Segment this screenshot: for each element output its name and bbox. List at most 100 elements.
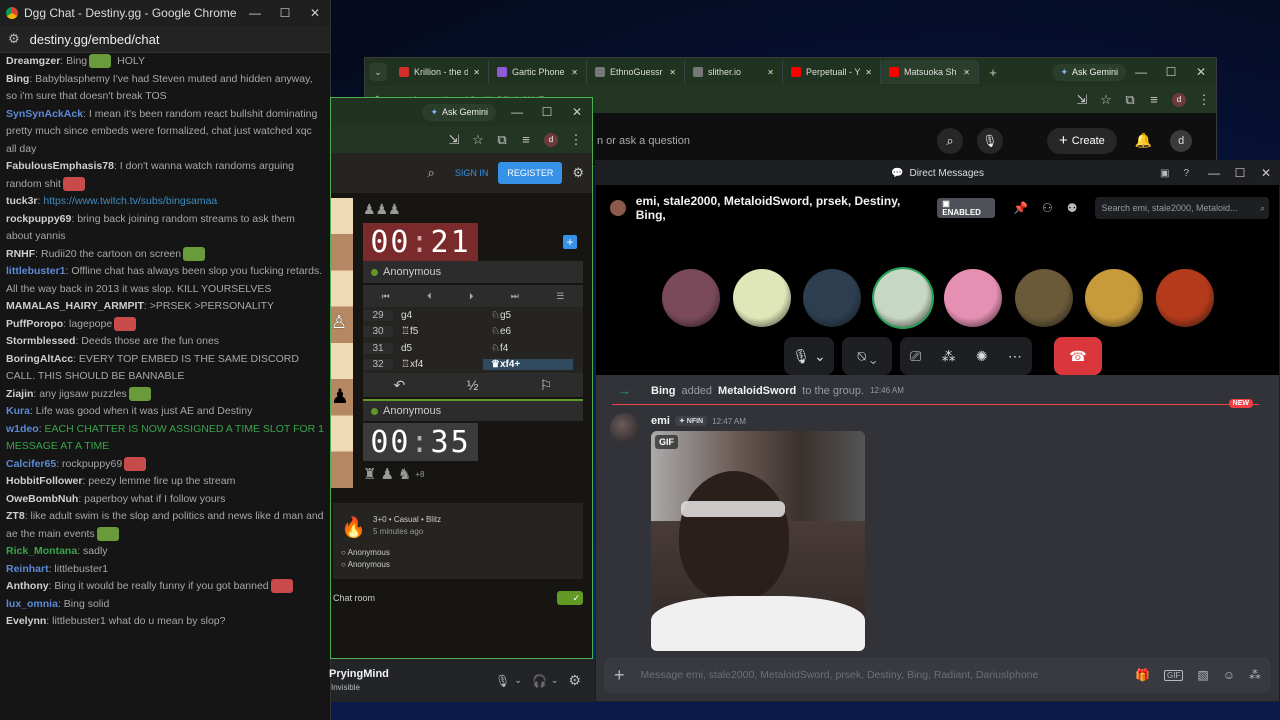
tab-close-icon[interactable]: ✕: [963, 68, 970, 77]
mute-button[interactable]: 🎙 ⌄: [784, 337, 834, 375]
maximize-button[interactable]: ☐: [1227, 161, 1253, 185]
chat-username[interactable]: RNHF: [6, 248, 35, 260]
extensions-icon[interactable]: ⧉: [1118, 88, 1142, 112]
message-avatar[interactable]: [610, 413, 640, 443]
microphone-icon[interactable]: 🎙: [495, 674, 510, 688]
close-button[interactable]: ✕: [1253, 161, 1279, 185]
chat-username[interactable]: PuffPoropo: [6, 318, 63, 330]
resign-flag-icon[interactable]: ⚐: [540, 377, 553, 394]
first-move-icon[interactable]: ⏮: [382, 291, 390, 302]
browser-tab[interactable]: EthnoGuessr ✕: [587, 60, 685, 84]
gif-attachment[interactable]: GIF: [651, 431, 865, 651]
media-icon[interactable]: ≡: [514, 128, 538, 152]
browser-tab[interactable]: Krillion - the d ✕: [391, 60, 489, 84]
minimize-button[interactable]: —: [1201, 161, 1227, 185]
tab-close-icon[interactable]: ✕: [669, 68, 676, 77]
yt-account-avatar[interactable]: d: [1170, 129, 1193, 152]
members-icon[interactable]: ⚉: [1067, 201, 1078, 215]
ask-gemini-button[interactable]: ✦ Ask Gemini: [1052, 63, 1126, 81]
maximize-button[interactable]: ☐: [532, 100, 562, 124]
chat-text[interactable]: https://www.twitch.tv/subs/bingsamaa: [40, 195, 217, 207]
apps-icon[interactable]: ⁂: [1249, 668, 1261, 682]
takeback-icon[interactable]: ↶: [394, 377, 406, 394]
menu-icon[interactable]: ☰: [556, 291, 564, 302]
chat-username[interactable]: lux_omnia: [6, 598, 58, 610]
new-tab-button[interactable]: +: [981, 60, 1005, 84]
white-move[interactable]: d5: [393, 343, 483, 354]
chat-username[interactable]: MAMALAS_HAIRY_ARMPIT: [6, 300, 144, 312]
prev-move-icon[interactable]: ⏴: [427, 291, 432, 302]
bookmark-star-icon[interactable]: ☆: [466, 128, 490, 152]
user-panel-name[interactable]: PryingMind: [329, 668, 389, 681]
chat-username[interactable]: ZT8: [6, 510, 25, 522]
chat-username[interactable]: w1deo: [6, 423, 39, 435]
gif-picker-icon[interactable]: GIF: [1164, 669, 1184, 681]
white-move[interactable]: g4: [393, 310, 483, 321]
dgg-urlbar[interactable]: ⚙ destiny.gg/embed/chat: [0, 26, 330, 53]
participant-avatar[interactable]: [803, 269, 861, 327]
chat-username[interactable]: FabulousEmphasis78: [6, 160, 114, 172]
chat-room-toggle[interactable]: ✓: [557, 591, 583, 605]
participant-avatar[interactable]: [1014, 269, 1073, 327]
headphones-icon[interactable]: 🎧: [532, 674, 547, 688]
black-pawn-piece[interactable]: ♟: [331, 384, 349, 409]
chat-username[interactable]: Dreamgzer: [6, 55, 60, 67]
participant-avatar[interactable]: [1155, 269, 1214, 327]
maximize-button[interactable]: ☐: [1156, 60, 1186, 84]
tab-close-icon[interactable]: ✕: [865, 68, 872, 77]
add-friends-icon[interactable]: ⚇: [1042, 201, 1053, 215]
bookmark-star-icon[interactable]: ☆: [1094, 88, 1118, 112]
offer-draw-button[interactable]: ½: [467, 377, 479, 393]
browser-tab[interactable]: Perpetuall - Y ✕: [783, 60, 881, 84]
more-icon[interactable]: ⋯: [1008, 348, 1022, 365]
media-icon[interactable]: ≡: [1142, 88, 1166, 112]
browser-tab[interactable]: Matsuoka Sh ✕: [881, 60, 979, 84]
chrome-menu-icon[interactable]: ⋮: [1192, 88, 1216, 112]
white-move[interactable]: ♖f5: [393, 326, 483, 337]
emoji-icon[interactable]: ☺: [1223, 668, 1235, 682]
sticker-icon[interactable]: ▧: [1197, 668, 1208, 682]
notifications-bell-icon[interactable]: 🔔: [1135, 132, 1152, 149]
yt-search-input[interactable]: n or ask a question: [597, 135, 937, 147]
site-settings-icon[interactable]: ⚙: [8, 31, 20, 47]
chevron-down-icon[interactable]: ⌄: [551, 675, 559, 686]
gift-icon[interactable]: 🎁: [1135, 668, 1150, 682]
chat-username[interactable]: Ziajin: [6, 388, 33, 400]
white-pawn-piece[interactable]: ♙: [331, 312, 347, 333]
system-user[interactable]: Bing: [651, 385, 675, 397]
black-move[interactable]: ♘e6: [483, 326, 573, 337]
participant-avatar[interactable]: [1085, 269, 1143, 327]
chat-username[interactable]: Anthony: [6, 580, 49, 592]
soundboard-icon[interactable]: ✺: [976, 348, 988, 365]
extensions-icon[interactable]: ⧉: [490, 128, 514, 152]
chat-username[interactable]: OweBombNuh: [6, 493, 78, 505]
register-button[interactable]: REGISTER: [498, 162, 563, 184]
search-icon[interactable]: ⌕: [937, 127, 963, 154]
chat-username[interactable]: Bing: [6, 73, 29, 85]
chat-username[interactable]: Stormblessed: [6, 335, 75, 347]
minimize-button[interactable]: —: [502, 100, 532, 124]
chess-board[interactable]: ♙ ♟: [331, 198, 353, 488]
ask-gemini-button[interactable]: ✦ Ask Gemini: [422, 103, 496, 121]
browser-tab[interactable]: slither.io ✕: [685, 60, 783, 84]
maximize-button[interactable]: ☐: [270, 0, 300, 27]
tab-close-icon[interactable]: ✕: [571, 68, 578, 77]
chat-username[interactable]: SynSynAckAck: [6, 108, 83, 120]
add-time-button[interactable]: +: [563, 235, 577, 249]
profile-avatar[interactable]: d: [544, 132, 558, 147]
chevron-down-icon[interactable]: ⌄: [514, 675, 522, 686]
dm-search-input[interactable]: Search emi, stale2000, Metaloid... ⌕: [1095, 197, 1269, 219]
top-player-name[interactable]: Anonymous: [383, 266, 441, 278]
minimize-button[interactable]: —: [1126, 60, 1156, 84]
message-input[interactable]: Message emi, stale2000, MetaloidSword, p…: [641, 669, 1129, 681]
black-move[interactable]: ♘g5: [483, 310, 573, 321]
close-button[interactable]: ✕: [1186, 60, 1216, 84]
participant-avatar[interactable]: [873, 269, 932, 327]
close-button[interactable]: ✕: [300, 0, 330, 27]
chat-username[interactable]: Rick_Montana: [6, 545, 77, 557]
search-icon[interactable]: ⌕: [428, 165, 435, 181]
chat-username[interactable]: littlebuster1: [6, 265, 66, 277]
camera-button[interactable]: ⍉ ⌄: [842, 337, 892, 375]
install-icon[interactable]: ⇲: [442, 128, 466, 152]
participant-avatar[interactable]: [944, 269, 1002, 327]
